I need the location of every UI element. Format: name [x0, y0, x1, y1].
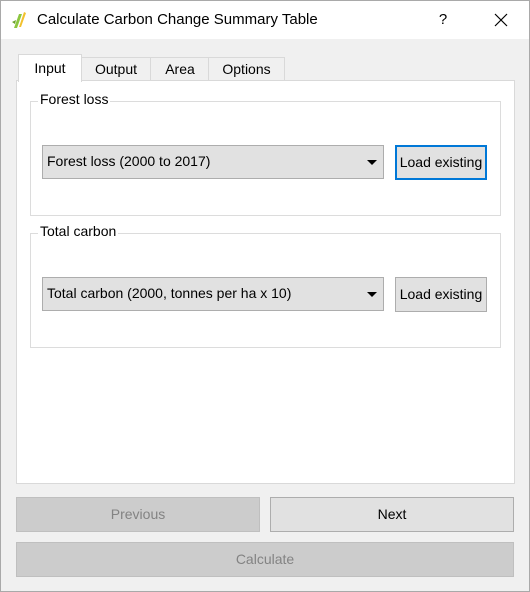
input-tab-panel: Forest loss Forest loss (2000 to 2017) L… — [16, 80, 515, 484]
tab-area[interactable]: Area — [150, 57, 210, 80]
next-button[interactable]: Next — [270, 497, 514, 532]
tab-options[interactable]: Options — [208, 57, 285, 80]
combobox-value: Forest loss (2000 to 2017) — [47, 153, 211, 169]
tab-input[interactable]: Input — [18, 54, 82, 82]
window-title: Calculate Carbon Change Summary Table — [37, 11, 318, 28]
load-existing-forest-loss-button[interactable]: Load existing — [395, 145, 487, 180]
chevron-down-icon — [367, 292, 377, 297]
chevron-down-icon — [367, 160, 377, 165]
app-icon — [11, 10, 29, 30]
combobox-value: Total carbon (2000, tonnes per ha x 10) — [47, 285, 292, 301]
load-existing-total-carbon-button[interactable]: Load existing — [395, 277, 487, 312]
group-title: Total carbon — [38, 223, 119, 239]
help-button[interactable]: ? — [429, 5, 457, 35]
dialog-window: Calculate Carbon Change Summary Table ? … — [0, 0, 530, 592]
total-carbon-group: Total carbon Total carbon (2000, tonnes … — [30, 223, 501, 348]
forest-loss-combobox[interactable]: Forest loss (2000 to 2017) — [42, 145, 384, 179]
previous-button[interactable]: Previous — [16, 497, 260, 532]
tab-output[interactable]: Output — [80, 57, 152, 80]
calculate-button[interactable]: Calculate — [16, 542, 514, 577]
close-button[interactable] — [487, 5, 515, 35]
close-icon — [494, 13, 508, 27]
group-title: Forest loss — [38, 91, 111, 107]
title-bar: Calculate Carbon Change Summary Table ? — [1, 1, 529, 39]
total-carbon-combobox[interactable]: Total carbon (2000, tonnes per ha x 10) — [42, 277, 384, 311]
forest-loss-group: Forest loss Forest loss (2000 to 2017) L… — [30, 91, 501, 216]
